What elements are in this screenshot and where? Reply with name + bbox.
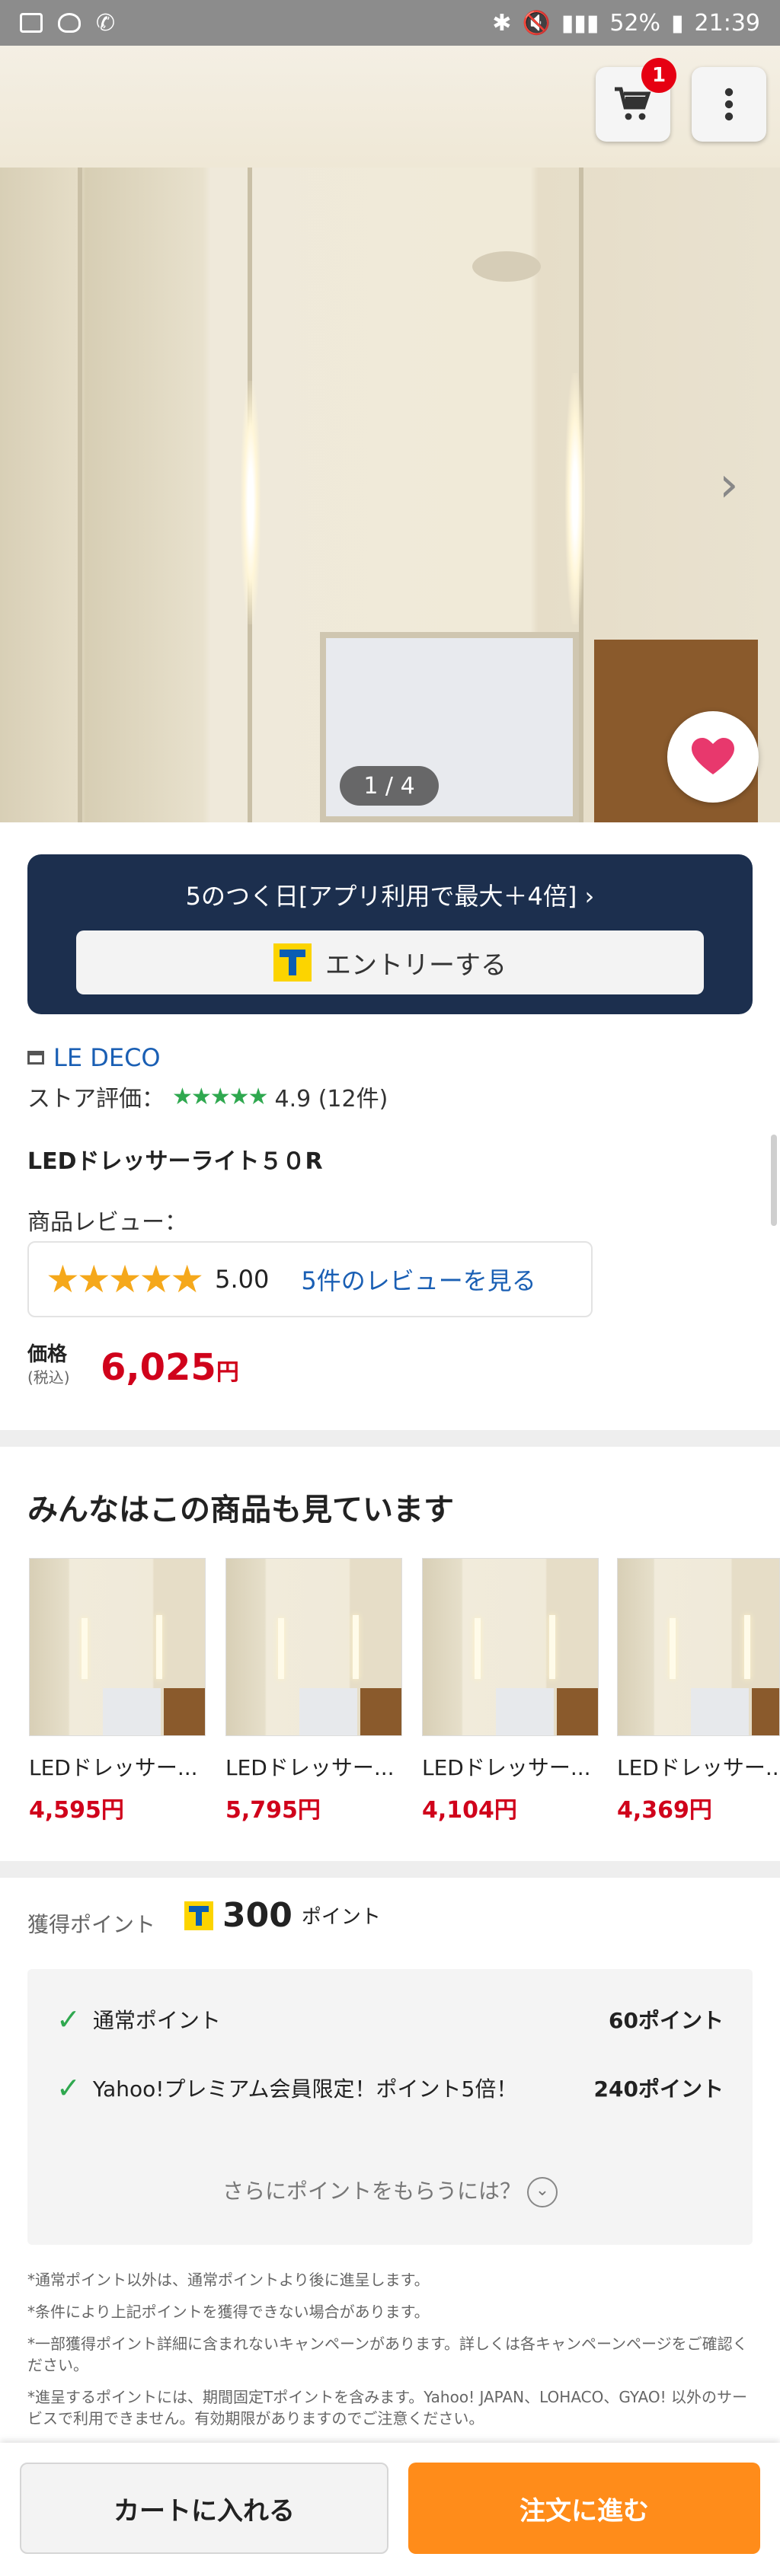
points-row-label: Yahoo!プレミアム会員限定！ポイント5倍！ bbox=[92, 2076, 518, 2102]
battery-icon: ▮ bbox=[671, 9, 684, 37]
store-name: LE DECO bbox=[53, 1043, 161, 1072]
entry-button-label: エントリーする bbox=[325, 950, 507, 981]
store-link[interactable]: LE DECO bbox=[27, 1043, 161, 1072]
recommend-title: みんなはこの商品も見ています bbox=[27, 1492, 454, 1527]
recommend-item[interactable]: LEDドレッサー... 5,795円 bbox=[225, 1558, 402, 1824]
recommend-item-name: LEDドレッサー... bbox=[617, 1755, 780, 1780]
image-counter: 1 / 4 bbox=[340, 766, 439, 806]
recommend-item-image bbox=[225, 1558, 402, 1736]
promo-banner[interactable]: 5のつく日[アプリ利用で最大＋4倍] › エントリーする bbox=[27, 854, 753, 1014]
call-notification-icon: ✆ bbox=[96, 9, 116, 37]
recommend-item-image bbox=[29, 1558, 206, 1736]
status-bar: ✆ ✱ 🔇 ▮▮▮ 52% ▮ 21:39 bbox=[0, 0, 780, 46]
recommend-item-price: 4,595円 bbox=[29, 1797, 124, 1824]
points-total-value: 300 bbox=[222, 1896, 292, 1935]
points-row-label: 通常ポイント bbox=[92, 2008, 221, 2033]
review-stars: ★★★★★ bbox=[46, 1257, 204, 1301]
points-notes: *通常ポイント以外は、通常ポイントより後に進呈します。 *条件により上記ポイント… bbox=[27, 2269, 753, 2440]
more-vertical-icon bbox=[724, 88, 734, 121]
more-points-link[interactable]: さらにポイントをもらうには？ ⌄ bbox=[27, 2175, 753, 2207]
favorite-button[interactable] bbox=[667, 711, 759, 803]
recommend-item-image bbox=[617, 1558, 780, 1736]
store-rating: ストア評価： ★★★★★ 4.9 (12件) bbox=[27, 1080, 388, 1113]
scrollbar-thumb[interactable] bbox=[771, 1135, 777, 1226]
recommend-item-image bbox=[422, 1558, 599, 1736]
led-light-right bbox=[565, 373, 585, 624]
store-rating-stars: ★★★★★ bbox=[172, 1083, 268, 1110]
add-to-cart-button[interactable]: カートに入れる bbox=[20, 2463, 388, 2554]
points-total: 300 ポイント bbox=[184, 1896, 381, 1935]
points-row: ✓ 通常ポイント 60ポイント bbox=[56, 2003, 724, 2036]
ceiling-spotlight bbox=[472, 251, 541, 282]
points-label: 獲得ポイント bbox=[27, 1912, 156, 1937]
price-label: 価格 (税込) bbox=[27, 1343, 70, 1389]
review-label: 商品レビュー： bbox=[27, 1209, 187, 1236]
mirror-edge bbox=[78, 168, 82, 822]
cart-count-badge: 1 bbox=[641, 58, 676, 93]
more-points-text: さらにポイントをもらうには？ bbox=[222, 2179, 521, 2204]
price-unit: 円 bbox=[216, 1359, 239, 1386]
points-row-value: 240ポイント bbox=[593, 2076, 724, 2102]
price-tax-note: (税込) bbox=[27, 1368, 70, 1387]
t-point-icon bbox=[273, 943, 312, 982]
recommend-item-name: LEDドレッサー... bbox=[422, 1755, 591, 1780]
led-light-left bbox=[241, 381, 261, 624]
product-title: LEDドレッサーライト５０R bbox=[27, 1148, 323, 1175]
mute-icon: 🔇 bbox=[522, 9, 551, 37]
promo-text: 5のつく日[アプリ利用で最大＋4倍] › bbox=[27, 877, 753, 912]
promo-title: 5のつく日[アプリ利用で最大＋4倍] bbox=[185, 882, 577, 911]
recommend-item-price: 5,795円 bbox=[225, 1797, 321, 1824]
points-breakdown: ✓ 通常ポイント 60ポイント ✓ Yahoo!プレミアム会員限定！ポイント5倍！ … bbox=[27, 1969, 753, 2245]
chevron-right-icon: › bbox=[584, 882, 595, 911]
points-row: ✓ Yahoo!プレミアム会員限定！ポイント5倍！ 240ポイント bbox=[56, 2071, 724, 2105]
battery-percent: 52% bbox=[609, 9, 661, 37]
section-divider bbox=[0, 1861, 780, 1878]
t-point-icon bbox=[184, 1901, 213, 1930]
note: *条件により上記ポイントを獲得できない場合があります。 bbox=[27, 2303, 430, 2321]
more-menu-button[interactable] bbox=[692, 67, 766, 142]
store-rating-label: ストア評価： bbox=[27, 1086, 165, 1112]
cart-button[interactable]: 1 bbox=[596, 58, 676, 142]
bottom-action-bar: カートに入れる 注文に進む bbox=[0, 2443, 780, 2576]
bluetooth-icon: ✱ bbox=[492, 9, 512, 37]
note: *通常ポイント以外は、通常ポイントより後に進呈します。 bbox=[27, 2271, 430, 2289]
clock: 21:39 bbox=[694, 9, 760, 37]
chevron-down-icon: ⌄ bbox=[527, 2177, 558, 2207]
price: 6,025円 bbox=[101, 1346, 239, 1389]
review-score: 5.00 bbox=[215, 1265, 270, 1294]
review-summary[interactable]: ★★★★★ 5.00 5件のレビューを見る bbox=[27, 1241, 593, 1317]
image-notification-icon bbox=[20, 13, 43, 33]
price-value: 6,025 bbox=[101, 1346, 216, 1389]
recommend-item-price: 4,369円 bbox=[617, 1797, 712, 1824]
store-rating-value: 4.9 (12件) bbox=[274, 1086, 388, 1112]
recommend-item-name: LEDドレッサー... bbox=[225, 1755, 395, 1780]
note: *一部獲得ポイント詳細に含まれないキャンペーンがあります。詳しくは各キャンペーン… bbox=[27, 2335, 748, 2374]
entry-button[interactable]: エントリーする bbox=[76, 930, 704, 994]
store-icon bbox=[27, 1051, 44, 1065]
points-row-value: 60ポイント bbox=[609, 2008, 724, 2033]
recommend-item[interactable]: LEDドレッサー... 4,595円 bbox=[29, 1558, 206, 1824]
order-button[interactable]: 注文に進む bbox=[408, 2463, 760, 2554]
points-unit: ポイント bbox=[301, 1906, 381, 1929]
recommend-item[interactable]: LEDドレッサー... 4,369円 bbox=[617, 1558, 780, 1824]
recommend-item[interactable]: LEDドレッサー... 4,104円 bbox=[422, 1558, 599, 1824]
shield-notification-icon bbox=[58, 13, 81, 33]
cart-icon bbox=[615, 87, 651, 120]
signal-icon: ▮▮▮ bbox=[561, 9, 599, 37]
recommend-item-name: LEDドレッサー... bbox=[29, 1755, 198, 1780]
heart-icon bbox=[692, 738, 734, 774]
note: *進呈するポイントには、期間固定Tポイントを含みます。Yahoo! JAPAN、… bbox=[27, 2388, 747, 2428]
product-image-carousel[interactable]: › bbox=[0, 46, 780, 822]
check-icon: ✓ bbox=[56, 2071, 81, 2105]
check-icon: ✓ bbox=[56, 2003, 81, 2036]
chevron-right-icon[interactable]: › bbox=[719, 457, 739, 513]
recommend-item-price: 4,104円 bbox=[422, 1797, 517, 1824]
review-link[interactable]: 5件のレビューを見る bbox=[301, 1262, 535, 1297]
price-label-text: 価格 bbox=[27, 1343, 68, 1366]
section-divider bbox=[0, 1430, 780, 1447]
